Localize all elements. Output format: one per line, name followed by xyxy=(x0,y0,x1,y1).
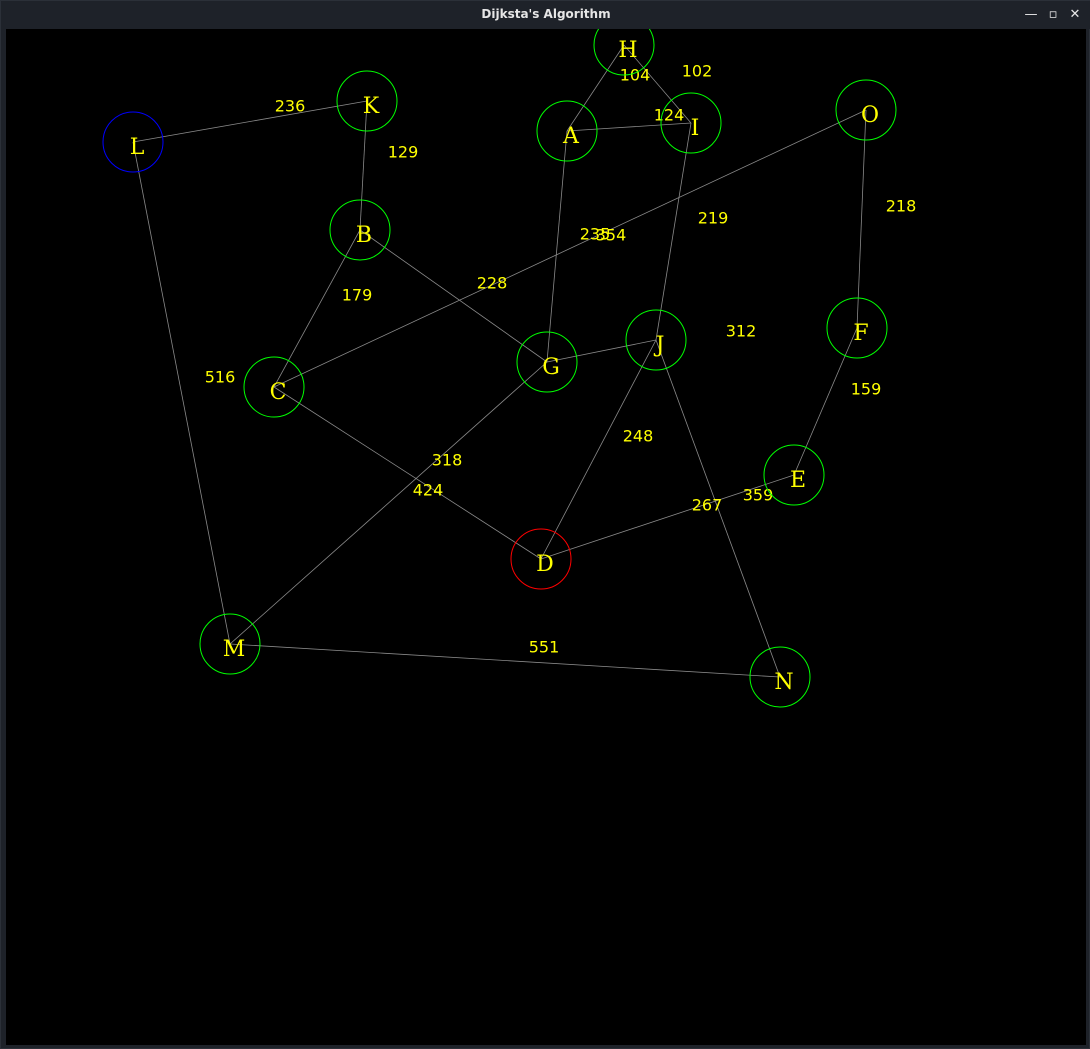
node-label-J: J xyxy=(654,333,665,358)
edge-weight-L-M: 516 xyxy=(205,368,236,387)
edge-weight-I-J: 219 xyxy=(698,209,729,228)
edge-weight-O-F: 218 xyxy=(886,197,917,216)
node-label-D: D xyxy=(536,552,554,577)
edge-B-C xyxy=(273,229,361,388)
node-label-L: L xyxy=(130,135,145,160)
node-F[interactable]: F xyxy=(826,297,888,359)
edge-F-E xyxy=(793,327,858,476)
close-icon[interactable]: ✕ xyxy=(1067,7,1083,23)
edge-O-F xyxy=(856,109,867,329)
node-N[interactable]: N xyxy=(749,646,811,708)
node-B[interactable]: B xyxy=(329,199,391,261)
node-label-C: C xyxy=(270,380,287,405)
app-window: Dijksta's Algorithm — ▫ ✕ 236 129 179 228 51… xyxy=(0,0,1090,1049)
edge-L-K xyxy=(132,100,368,143)
edge-weight-F-E: 159 xyxy=(851,380,882,399)
edge-weight-G-J: 312 xyxy=(726,322,757,341)
edge-weight-M-N: 551 xyxy=(529,638,560,657)
edge-weight-G-M: 424 xyxy=(413,481,444,500)
node-E[interactable]: E xyxy=(763,444,825,506)
edge-G-J xyxy=(546,339,657,363)
node-label-N: N xyxy=(774,670,793,695)
title-bar[interactable]: Dijksta's Algorithm — ▫ ✕ xyxy=(1,1,1090,29)
graph-svg: 236129179228516318424551104 1021242353542… xyxy=(102,29,917,708)
maximize-icon[interactable]: ▫ xyxy=(1045,7,1061,23)
node-label-K: K xyxy=(363,94,380,119)
edge-weight-C-D: 318 xyxy=(432,451,463,470)
edge-weight-B-G: 228 xyxy=(477,274,508,293)
node-label-E: E xyxy=(790,468,806,493)
edge-B-G xyxy=(359,229,548,363)
edge-weight-J-D: 248 xyxy=(623,427,654,446)
node-label-I: I xyxy=(691,116,700,141)
edge-weight-D-E: 267 xyxy=(692,496,723,515)
node-label-G: G xyxy=(542,355,560,380)
node-label-M: M xyxy=(223,637,246,662)
node-label-O: O xyxy=(861,103,879,128)
edge-M-N xyxy=(229,643,781,678)
edge-weight-O-C: 354 xyxy=(596,226,627,245)
node-D[interactable]: D xyxy=(510,528,572,590)
edge-weight-K-B: 129 xyxy=(388,143,419,162)
edge-H-A xyxy=(566,44,625,132)
node-G[interactable]: G xyxy=(516,331,578,393)
node-J[interactable]: J xyxy=(625,309,687,371)
node-M[interactable]: M xyxy=(199,613,261,675)
node-label-A: A xyxy=(562,124,580,149)
node-label-F: F xyxy=(853,321,868,346)
node-L[interactable]: L xyxy=(102,111,164,173)
node-O[interactable]: O xyxy=(835,79,897,141)
window-title: Dijksta's Algorithm xyxy=(481,7,611,21)
node-A[interactable]: A xyxy=(536,100,598,162)
edges-layer xyxy=(132,44,867,678)
edge-C-D xyxy=(273,386,542,560)
minimize-icon[interactable]: — xyxy=(1023,7,1039,23)
node-label-B: B xyxy=(356,223,372,248)
node-label-H: H xyxy=(618,38,637,63)
edge-I-J xyxy=(655,122,692,341)
edge-weight-B-C: 179 xyxy=(342,286,373,305)
edge-weight-J-N: 359 xyxy=(743,486,774,505)
edge-weight-A-I: 124 xyxy=(654,106,685,125)
edge-A-G xyxy=(546,130,568,363)
edge-weight-L-K: 236 xyxy=(275,97,306,116)
node-C[interactable]: C xyxy=(243,356,305,418)
node-K[interactable]: K xyxy=(336,70,398,132)
edge-K-B xyxy=(359,100,368,231)
edge-L-M xyxy=(132,141,231,645)
edge-O-C xyxy=(273,109,867,388)
edge-weight-H-I: 102 xyxy=(682,62,713,81)
graph-canvas[interactable]: 236 129 179 228 516 318 424 551 104 102 124 235 354 2… xyxy=(6,29,1086,1045)
